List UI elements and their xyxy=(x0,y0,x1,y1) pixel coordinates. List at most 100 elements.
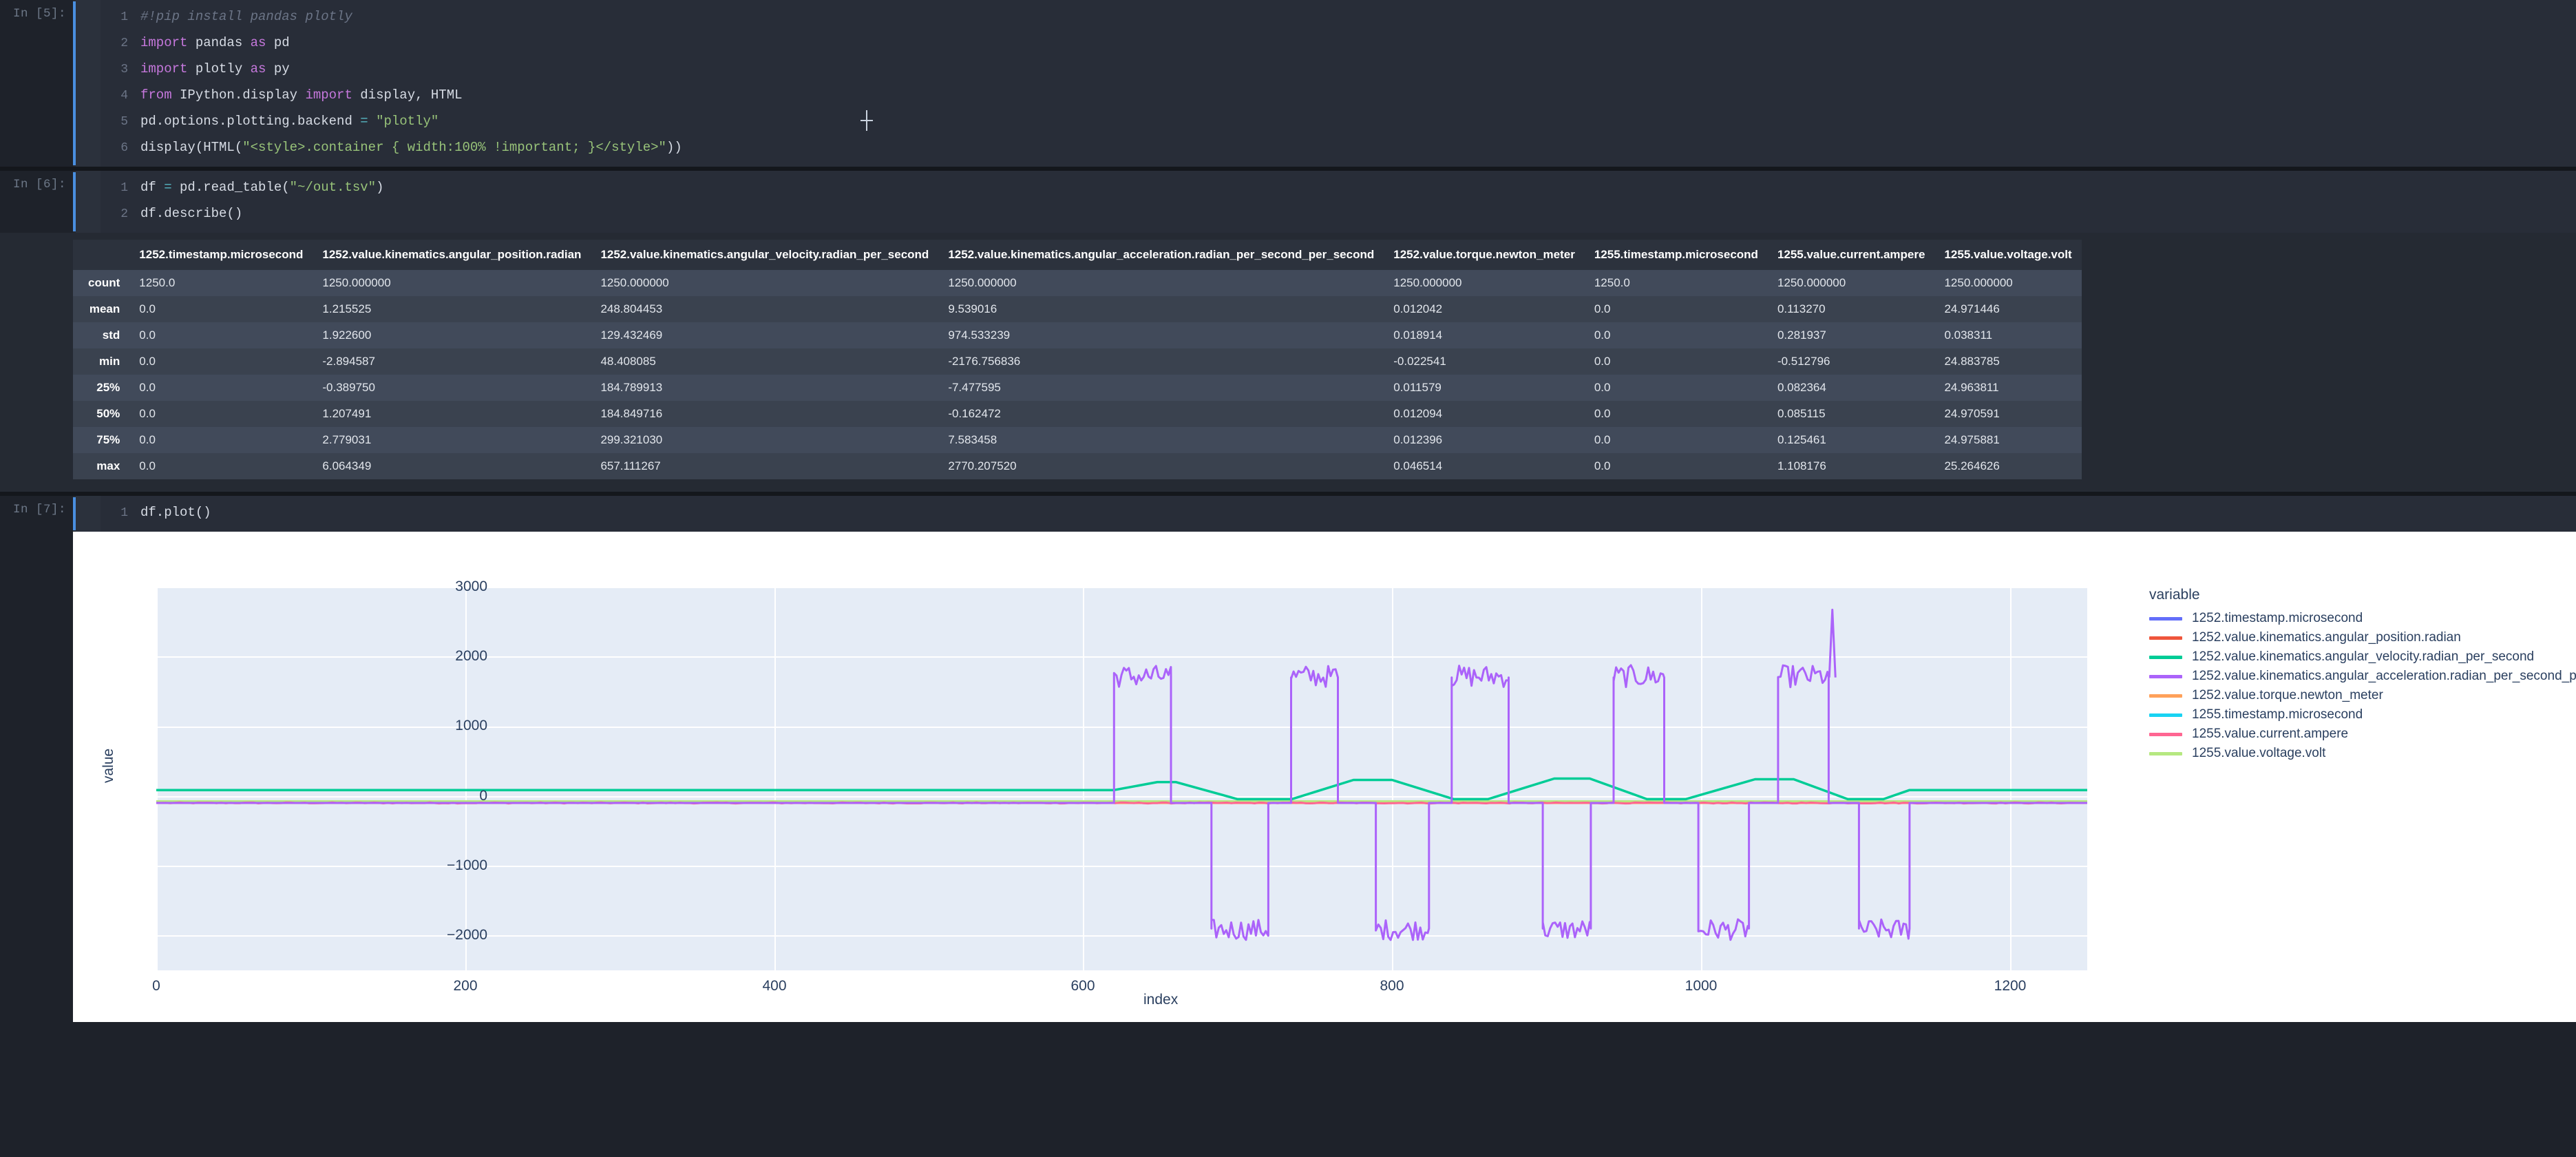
notebook-cell-1[interactable]: In [5]: 1 #!pip install pandas plotly 2 im… xyxy=(0,0,2576,167)
column-header-2: 1252.value.kinematics.angular_velocity.r… xyxy=(591,240,939,270)
cell: 299.321030 xyxy=(600,433,663,446)
table-row: 25% 0.0 -0.389750 184.789913 -7.477595 0… xyxy=(73,375,2082,401)
cell-prompt-1: In [5]: xyxy=(0,0,73,167)
row-label: 50% xyxy=(96,407,120,420)
cell: 1250.000000 xyxy=(1393,276,1462,289)
y-axis-title: value xyxy=(101,748,116,783)
legend-label: 1252.value.kinematics.angular_accelerati… xyxy=(2192,669,2576,683)
cell: 184.789913 xyxy=(600,381,663,394)
column-header-3: 1252.value.kinematics.angular_accelerati… xyxy=(938,240,1384,270)
line-number: 3 xyxy=(120,63,128,76)
x-tick-1200: 1200 xyxy=(1994,978,2027,994)
cell: 25.264626 xyxy=(1944,459,2000,472)
cell: 0.085115 xyxy=(1777,407,1826,420)
notebook-cell-3[interactable]: In [7]: 1 df.plot() xyxy=(0,496,2576,532)
row-label: max xyxy=(96,459,120,472)
cell: 0.0 xyxy=(139,407,156,420)
cell: -0.022541 xyxy=(1393,355,1446,368)
code-line-1: df = pd.read_table("~/out.tsv") xyxy=(140,180,384,195)
plotly-figure[interactable]: 3000 2000 1000 0 −1000 −2000 0 200 400 6… xyxy=(73,532,2576,1022)
cell: 1250.000000 xyxy=(322,276,391,289)
cell: -2.894587 xyxy=(322,355,375,368)
legend-item-3[interactable]: 1252.value.kinematics.angular_accelerati… xyxy=(2149,667,2576,686)
cell: 0.0 xyxy=(1594,355,1611,368)
cell-gutter-1 xyxy=(76,0,101,167)
row-label: count xyxy=(88,276,120,289)
table-body: count 1250.0 1250.000000 1250.000000 125… xyxy=(73,270,2082,479)
y-tick-3000: 3000 xyxy=(455,578,487,594)
legend-item-2[interactable]: 1252.value.kinematics.angular_velocity.r… xyxy=(2149,647,2576,667)
y-tick--2000: −2000 xyxy=(447,927,487,943)
cell: 9.539016 xyxy=(948,302,997,315)
legend-item-1[interactable]: 1252.value.kinematics.angular_position.r… xyxy=(2149,628,2576,647)
describe-table: 1252.timestamp.microsecond 1252.value.ki… xyxy=(73,240,2082,479)
cell: 0.012094 xyxy=(1393,407,1443,420)
x-axis-title: index xyxy=(1143,992,1179,1008)
code-line-1: df.plot() xyxy=(140,505,211,520)
legend-item-5[interactable]: 1255.timestamp.microsecond xyxy=(2149,705,2576,725)
cell: 24.971446 xyxy=(1944,302,2000,315)
cell: 24.963811 xyxy=(1944,381,1999,394)
column-header-5: 1255.timestamp.microsecond xyxy=(1584,240,1768,270)
table-header-row: 1252.timestamp.microsecond 1252.value.ki… xyxy=(73,240,2082,270)
legend-label: 1252.value.kinematics.angular_position.r… xyxy=(2192,630,2461,645)
line-number: 1 xyxy=(120,506,128,520)
line-number: 1 xyxy=(120,10,128,24)
cell: 0.012042 xyxy=(1393,302,1443,315)
chart-legend[interactable]: variable 1252.timestamp.microsecond 1252… xyxy=(2149,587,2576,763)
legend-item-4[interactable]: 1252.value.torque.newton_meter xyxy=(2149,686,2576,705)
column-header-1: 1252.value.kinematics.angular_position.r… xyxy=(313,240,591,270)
cell: 24.975881 xyxy=(1944,433,2000,446)
cell-gutter-2 xyxy=(76,171,101,233)
legend-swatch xyxy=(2149,636,2182,640)
code-editor-1[interactable]: 1 #!pip install pandas plotly 2 import pan… xyxy=(101,0,2576,167)
cell: 1.922600 xyxy=(322,329,372,342)
column-header-4: 1252.value.torque.newton_meter xyxy=(1384,240,1585,270)
code-editor-2[interactable]: 1 df = pd.read_table("~/out.tsv") 2 df.des… xyxy=(101,171,2576,233)
legend-item-6[interactable]: 1255.value.current.ampere xyxy=(2149,725,2576,744)
x-tick-0: 0 xyxy=(152,978,160,994)
cell: 0.038311 xyxy=(1944,329,1993,342)
code-editor-3[interactable]: 1 df.plot() xyxy=(101,496,2576,532)
row-label: 75% xyxy=(96,433,120,446)
legend-item-0[interactable]: 1252.timestamp.microsecond xyxy=(2149,609,2576,628)
cell: -0.512796 xyxy=(1777,355,1830,368)
y-tick-0: 0 xyxy=(479,788,487,804)
legend-item-7[interactable]: 1255.value.voltage.volt xyxy=(2149,744,2576,763)
cell: 248.804453 xyxy=(600,302,663,315)
legend-swatch xyxy=(2149,694,2182,698)
table-row: 50% 0.0 1.207491 184.849716 -0.162472 0.… xyxy=(73,401,2082,427)
cell: 0.0 xyxy=(1594,433,1611,446)
line-number: 1 xyxy=(120,181,128,195)
y-tick--1000: −1000 xyxy=(447,857,487,873)
cell: 0.0 xyxy=(1594,302,1611,315)
code-line-5: pd.options.plotting.backend = "plotly" xyxy=(140,114,439,129)
cell: 0.0 xyxy=(139,459,156,472)
cell: -7.477595 xyxy=(948,381,1001,394)
cell: 1250.000000 xyxy=(1944,276,2013,289)
legend-swatch xyxy=(2149,751,2182,755)
cell: 1250.000000 xyxy=(600,276,669,289)
cell: 24.883785 xyxy=(1944,355,2000,368)
table-head: 1252.timestamp.microsecond 1252.value.ki… xyxy=(73,240,2082,270)
line-number: 6 xyxy=(120,141,128,155)
jupyter-notebook: In [5]: 1 #!pip install pandas plotly 2 im… xyxy=(0,0,2576,1157)
cell: 184.849716 xyxy=(600,407,663,420)
cell: 6.064349 xyxy=(322,459,372,472)
plot-area[interactable] xyxy=(156,587,2087,970)
line-number: 5 xyxy=(120,115,128,129)
cell: 0.0 xyxy=(1594,407,1611,420)
notebook-cell-2[interactable]: In [6]: 1 df = pd.read_table("~/out.tsv")… xyxy=(0,171,2576,233)
line-number: 2 xyxy=(120,207,128,221)
legend-label: 1255.value.voltage.volt xyxy=(2192,746,2326,760)
row-label: min xyxy=(99,355,120,368)
column-header-7: 1255.value.voltage.volt xyxy=(1934,240,2082,270)
cell: 1.207491 xyxy=(322,407,372,420)
table-row: mean 0.0 1.215525 248.804453 9.539016 0.… xyxy=(73,296,2082,322)
cell: 0.281937 xyxy=(1777,329,1826,342)
x-tick-800: 800 xyxy=(1380,978,1404,994)
column-header-0: 1252.timestamp.microsecond xyxy=(129,240,313,270)
cell: 0.0 xyxy=(139,329,156,342)
cell: 0.0 xyxy=(1594,459,1611,472)
cell: 48.408085 xyxy=(600,355,656,368)
